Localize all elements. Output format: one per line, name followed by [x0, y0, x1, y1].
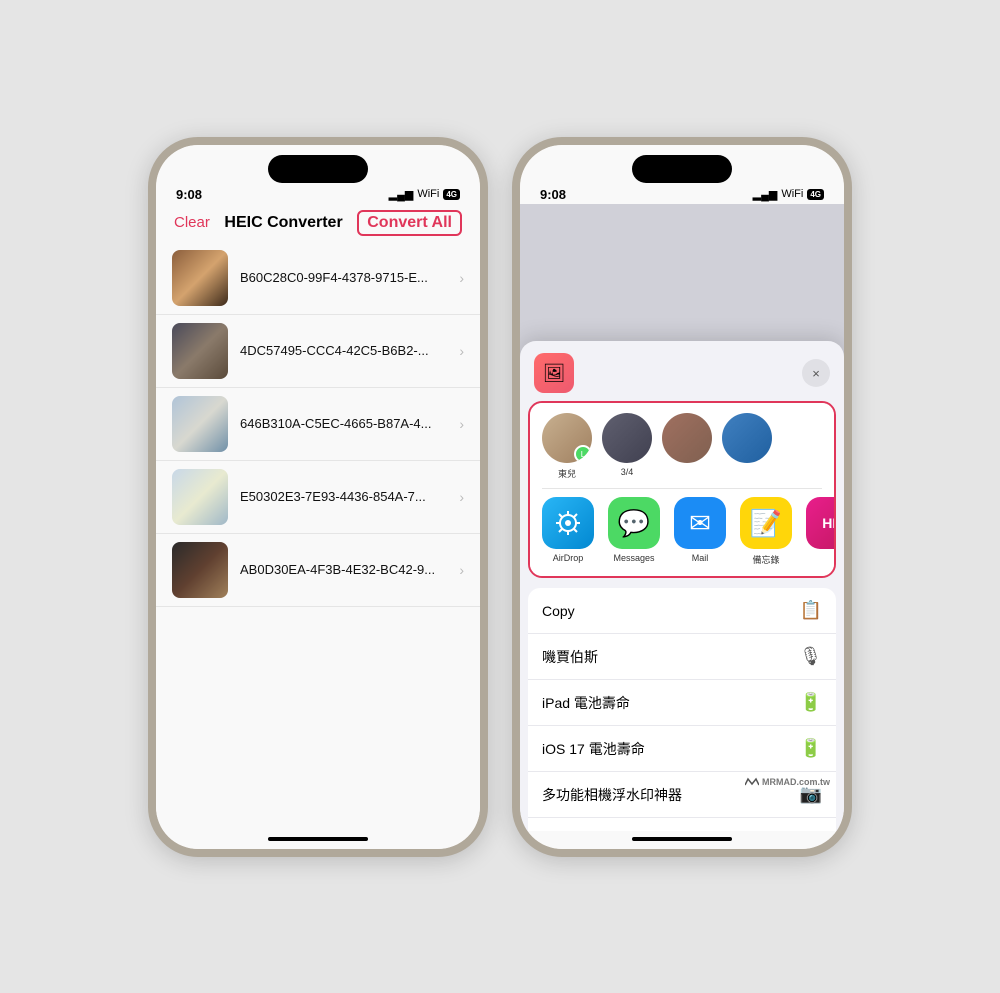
file-thumb-3: [172, 396, 228, 452]
status-time-1: 9:08: [176, 187, 202, 202]
notes-icon-box: 📝: [740, 497, 792, 549]
page-wrapper: 9:08 ▂▄▆ WiFi 4G Clear HEIC Converter Co…: [0, 0, 1000, 993]
file-name-5: AB0D30EA-4F3B-4E32-BC42-9...: [240, 562, 447, 577]
ios-battery-icon: 🔋: [800, 738, 822, 759]
watermark-icon: 📷: [800, 784, 822, 805]
person-name-1: 東兒: [558, 467, 576, 480]
wifi-icon-1: WiFi: [417, 188, 439, 200]
status-icons-1: ▂▄▆ WiFi 4G: [389, 188, 460, 201]
action-jia-label: 嘰賈伯斯: [542, 647, 598, 667]
app-messages[interactable]: 💬 Messages: [608, 497, 660, 566]
file-name-4: E50302E3-7E93-4436-854A-7...: [240, 489, 447, 504]
action-watermark-label: 多功能相機浮水印神器: [542, 785, 682, 805]
wifi-icon-2: WiFi: [781, 188, 803, 200]
person-item-3[interactable]: [662, 413, 712, 480]
chevron-1: ›: [459, 270, 464, 286]
action-copy[interactable]: Copy 📋: [528, 588, 836, 634]
file-thumb-2: [172, 323, 228, 379]
person-item-2[interactable]: 3/4: [602, 413, 652, 480]
status-icons-2: ▂▄▆ WiFi 4G: [753, 188, 824, 201]
battery-badge-1: 4G: [443, 189, 460, 200]
action-save[interactable]: Save 5 Images ⬇: [528, 818, 836, 830]
phone-2-inner: 9:08 ▂▄▆ WiFi 4G 🖼 ×: [520, 145, 844, 849]
clear-button[interactable]: Clear: [174, 214, 210, 231]
mail-label: Mail: [692, 553, 709, 563]
phone-1-inner: 9:08 ▂▄▆ WiFi 4G Clear HEIC Converter Co…: [156, 145, 480, 849]
chevron-5: ›: [459, 562, 464, 578]
file-thumb-5: [172, 542, 228, 598]
person-avatar-3: [662, 413, 712, 463]
nav-bar-1: Clear HEIC Converter Convert All: [156, 204, 480, 242]
action-jia[interactable]: 嘰賈伯斯 🎙: [528, 634, 836, 680]
ipad-battery-icon: 🔋: [800, 692, 822, 713]
mrmad-logo: [745, 777, 759, 787]
airdrop-icon-box: [542, 497, 594, 549]
file-item-5[interactable]: AB0D30EA-4F3B-4E32-BC42-9... ›: [156, 534, 480, 607]
airdrop-label: AirDrop: [553, 553, 584, 563]
messages-icon-box: 💬: [608, 497, 660, 549]
nav-title-1: HEIC Converter: [224, 214, 342, 232]
share-highlighted-section: L 東兒 3/4: [528, 401, 836, 578]
person-badge-1: L: [574, 445, 592, 463]
action-ipad-battery-label: iPad 電池壽命: [542, 693, 630, 713]
battery-badge-2: 4G: [807, 189, 824, 200]
status-time-2: 9:08: [540, 187, 566, 202]
messages-label: Messages: [613, 553, 654, 563]
app-notes[interactable]: 📝 備忘錄: [740, 497, 792, 566]
app-airdrop[interactable]: AirDrop: [542, 497, 594, 566]
jia-icon: 🎙: [799, 646, 822, 667]
home-bar-1: [268, 837, 368, 841]
people-row: L 東兒 3/4: [530, 403, 834, 488]
app-he[interactable]: HE: [806, 497, 834, 566]
dynamic-island-1: [268, 155, 368, 183]
person-avatar-1: L: [542, 413, 592, 463]
copy-icon: 📋: [800, 600, 822, 621]
file-item-3[interactable]: 646B310A-C5EC-4665-B87A-4... ›: [156, 388, 480, 461]
signal-icon-1: ▂▄▆: [389, 188, 414, 201]
file-name-1: B60C28C0-99F4-4378-9715-E...: [240, 270, 447, 285]
action-ipad-battery[interactable]: iPad 電池壽命 🔋: [528, 680, 836, 726]
person-name-2: 3/4: [621, 467, 634, 477]
file-name-3: 646B310A-C5EC-4665-B87A-4...: [240, 416, 447, 431]
share-sheet-header: 🖼 ×: [520, 341, 844, 401]
app-icons-row: AirDrop 💬 Messages ✉: [530, 489, 834, 576]
share-sheet: 🖼 × L 東兒: [520, 341, 844, 830]
phone-2: 9:08 ▂▄▆ WiFi 4G 🖼 ×: [512, 137, 852, 857]
app-mail[interactable]: ✉ Mail: [674, 497, 726, 566]
status-bar-2: 9:08 ▂▄▆ WiFi 4G: [520, 183, 844, 204]
he-icon-box: HE: [806, 497, 834, 549]
mail-icon-box: ✉: [674, 497, 726, 549]
close-icon: ×: [812, 366, 820, 381]
person-item-1[interactable]: L 東兒: [542, 413, 592, 480]
status-bar-1: 9:08 ▂▄▆ WiFi 4G: [156, 183, 480, 204]
phone-1: 9:08 ▂▄▆ WiFi 4G Clear HEIC Converter Co…: [148, 137, 488, 857]
file-thumb-4: [172, 469, 228, 525]
signal-icon-2: ▂▄▆: [753, 188, 778, 201]
chevron-4: ›: [459, 489, 464, 505]
action-ios-battery-label: iOS 17 電池壽命: [542, 739, 645, 759]
action-list: Copy 📋 嘰賈伯斯 🎙 iPad 電池壽命 🔋 iOS 17 電池: [520, 584, 844, 830]
dynamic-island-2: [632, 155, 732, 183]
watermark: MRMAD.com.tw: [745, 777, 830, 787]
convert-all-button[interactable]: Convert All: [357, 210, 462, 236]
file-thumb-1: [172, 250, 228, 306]
file-item-1[interactable]: B60C28C0-99F4-4378-9715-E... ›: [156, 242, 480, 315]
share-close-button[interactable]: ×: [802, 359, 830, 387]
person-item-4[interactable]: [722, 413, 772, 480]
file-name-2: 4DC57495-CCC4-42C5-B6B2-...: [240, 343, 447, 358]
person-avatar-4: [722, 413, 772, 463]
file-list: B60C28C0-99F4-4378-9715-E... › 4DC57495-…: [156, 242, 480, 831]
action-copy-label: Copy: [542, 603, 575, 619]
home-bar-2: [632, 837, 732, 841]
share-app-icon: 🖼: [534, 353, 574, 393]
chevron-2: ›: [459, 343, 464, 359]
chevron-3: ›: [459, 416, 464, 432]
file-item-2[interactable]: 4DC57495-CCC4-42C5-B6B2-... ›: [156, 315, 480, 388]
notes-label: 備忘錄: [752, 553, 779, 566]
action-ios-battery[interactable]: iOS 17 電池壽命 🔋: [528, 726, 836, 772]
file-item-4[interactable]: E50302E3-7E93-4436-854A-7... ›: [156, 461, 480, 534]
person-avatar-2: [602, 413, 652, 463]
